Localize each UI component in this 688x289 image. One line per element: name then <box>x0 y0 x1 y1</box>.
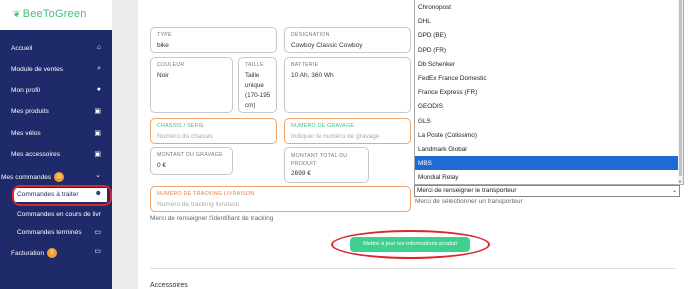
sidebar-subitem-commandes-terminees[interactable]: Commandes terminés ▭ <box>0 224 112 242</box>
sidebar-item-label: Mes produits <box>11 108 49 115</box>
commandes-count-badge: 11 <box>54 172 65 182</box>
scrollbar-thumb[interactable] <box>679 0 682 176</box>
field-value-line: unique <box>245 82 264 89</box>
designation-field[interactable]: DÉSIGNATION Cowboy Classic Cowboy <box>284 27 411 53</box>
field-value: 2699 € <box>291 170 311 177</box>
sidebar-item-accueil[interactable]: Accueil ⌂ <box>0 40 112 58</box>
carrier-option[interactable]: DPD (FR) <box>415 43 683 57</box>
carrier-option[interactable]: GEODIS <box>415 99 683 113</box>
sidebar-item-accessoires[interactable]: Mes accessoires ▣ <box>0 146 112 164</box>
tracking-input-placeholder: Numéro de tracking livraison <box>157 201 240 208</box>
chassis-input-placeholder: Numéro du chassis <box>157 133 213 140</box>
couleur-field[interactable]: COULEUR Noir <box>150 57 233 113</box>
field-label: DÉSIGNATION <box>291 32 330 38</box>
card-icon: ▭ <box>94 248 101 255</box>
field-value: Cowboy Classic Cowboy <box>291 42 363 49</box>
tracking-helper-text: Merci de renseigner l'identifiant de tra… <box>150 215 274 222</box>
carrier-option[interactable]: France Express (FR) <box>415 85 683 99</box>
field-label: CHASSIS / SÉRIE <box>157 123 205 129</box>
field-value-line: (170-195 <box>245 92 271 99</box>
carrier-select-value: Merci de renseigner le transporteur <box>417 187 517 194</box>
facturation-count-badge: 2 <box>47 248 57 258</box>
sidebar-item-label: Accueil <box>11 45 33 52</box>
sidebar-item-module-ventes[interactable]: Module de ventes ⌕ <box>0 61 112 79</box>
carrier-dropdown-list[interactable]: Chronopost DHL DPD (BE) DPD (FR) Db Sche… <box>414 0 684 185</box>
field-label: TYPE <box>157 32 172 38</box>
gravage-field[interactable]: NUMÉRO DE GRAVAGE Indiquer le numéro de … <box>284 118 411 144</box>
carrier-option[interactable]: Mondial Relay <box>415 170 683 184</box>
carrier-option[interactable]: La Poste (Colissimo) <box>415 128 683 142</box>
carrier-select[interactable]: Merci de renseigner le transporteur ⌄ <box>414 185 680 197</box>
scroll-down-arrow-icon[interactable]: ▼ <box>678 179 682 184</box>
carrier-option[interactable]: GLS <box>415 114 683 128</box>
annotation-highlight-subitem <box>12 185 112 206</box>
field-label: BATTERIE <box>291 62 319 68</box>
chevron-down-icon: ⌄ <box>671 188 677 194</box>
field-label: COULEUR <box>157 62 185 68</box>
carrier-option[interactable]: DHL <box>415 14 683 28</box>
taille-field[interactable]: TAILLE Taille unique (170-195 cm) <box>238 57 277 113</box>
sidebar-item-facturation[interactable]: Facturation 2 ▭ <box>0 243 112 261</box>
dropdown-scrollbar[interactable]: ▼ <box>678 0 683 184</box>
field-label: MONTANT DU GRAVAGE <box>157 152 223 158</box>
field-value-line: Taille <box>245 72 260 79</box>
sidebar-item-profil[interactable]: Mon profil ● <box>0 82 112 100</box>
next-section-title: Accessoires <box>150 282 188 289</box>
sidebar-item-label: Facturation <box>11 249 44 257</box>
gravage-input-placeholder: Indiquer le numéro de gravage <box>291 133 380 140</box>
field-label-line: MONTANT TOTAL DU <box>291 153 348 159</box>
field-value: bike <box>157 42 169 49</box>
montant-gravage-field[interactable]: MONTANT DU GRAVAGE 0 € <box>150 147 233 175</box>
field-value-line: cm) <box>245 102 256 109</box>
sidebar-item-label: Commandes terminés <box>17 229 82 236</box>
carrier-option[interactable]: FedEx France Domestic <box>415 71 683 85</box>
batterie-field[interactable]: BATTERIE 10 Ah, 360 Wh <box>284 57 411 113</box>
home-icon: ⌂ <box>96 44 101 51</box>
briefcase-icon: ▣ <box>94 108 101 115</box>
field-value: 10 Ah, 360 Wh <box>291 72 334 79</box>
field-label-line: PRODUIT <box>291 161 317 167</box>
montant-total-field[interactable]: MONTANT TOTAL DU PRODUIT 2699 € <box>284 147 369 183</box>
user-icon: ● <box>96 86 101 93</box>
carrier-option[interactable]: Landmark Global <box>415 142 683 156</box>
sidebar-item-label: Commandes en cours de livr <box>17 211 101 218</box>
carrier-option-selected[interactable]: MBS <box>415 156 683 171</box>
carrier-helper-text: Merci de sélectionner un transporteur <box>415 198 523 205</box>
chassis-field[interactable]: CHASSIS / SÉRIE Numéro du chassis <box>150 118 277 144</box>
field-label: NUMÉRO DE TRACKING LIVRAISON <box>157 191 255 197</box>
carrier-option[interactable]: DPD (BE) <box>415 28 683 42</box>
card-icon: ▭ <box>94 229 101 236</box>
chevron-down-icon: ⌄ <box>95 172 101 179</box>
sidebar-item-label: Mon profil <box>11 87 40 94</box>
sidebar-item-produits[interactable]: Mes produits ▣ <box>0 103 112 121</box>
sidebar-item-label: Mes accessoires <box>11 151 61 158</box>
briefcase-icon: ▣ <box>94 130 101 137</box>
sidebar-subitem-commandes-en-cours[interactable]: Commandes en cours de livr <box>0 206 112 224</box>
leaf-icon: ❦ <box>13 9 21 19</box>
sidebar-item-label: Mes vélos <box>11 130 41 137</box>
field-label: NUMÉRO DE GRAVAGE <box>291 123 355 129</box>
field-value: Noir <box>157 72 169 79</box>
carrier-option[interactable]: Db Schenker <box>415 57 683 71</box>
tracking-field[interactable]: NUMÉRO DE TRACKING LIVRAISON Numéro de t… <box>150 186 411 212</box>
briefcase-icon: ▣ <box>94 151 101 158</box>
field-label: TAILLE <box>245 62 264 68</box>
sidebar: ❦ BeeToGreen Accueil ⌂ Module de ventes ⌕… <box>0 0 112 289</box>
brand-logo[interactable]: ❦ BeeToGreen <box>13 8 87 20</box>
sidebar-item-label: Mes commandes <box>1 173 52 181</box>
sidebar-item-commandes[interactable]: Mes commandes 11 ⌄ <box>0 167 112 185</box>
sidebar-item-velos[interactable]: Mes vélos ▣ <box>0 125 112 143</box>
search-icon: ⌕ <box>97 65 101 72</box>
sidebar-item-label: Module de ventes <box>11 66 64 73</box>
section-divider <box>150 268 676 269</box>
type-field[interactable]: TYPE bike <box>150 27 277 53</box>
logo-area: ❦ BeeToGreen <box>0 0 112 30</box>
annotation-highlight-button <box>331 230 490 259</box>
field-value: 0 € <box>157 162 167 169</box>
carrier-option[interactable]: Chronopost <box>415 0 683 14</box>
